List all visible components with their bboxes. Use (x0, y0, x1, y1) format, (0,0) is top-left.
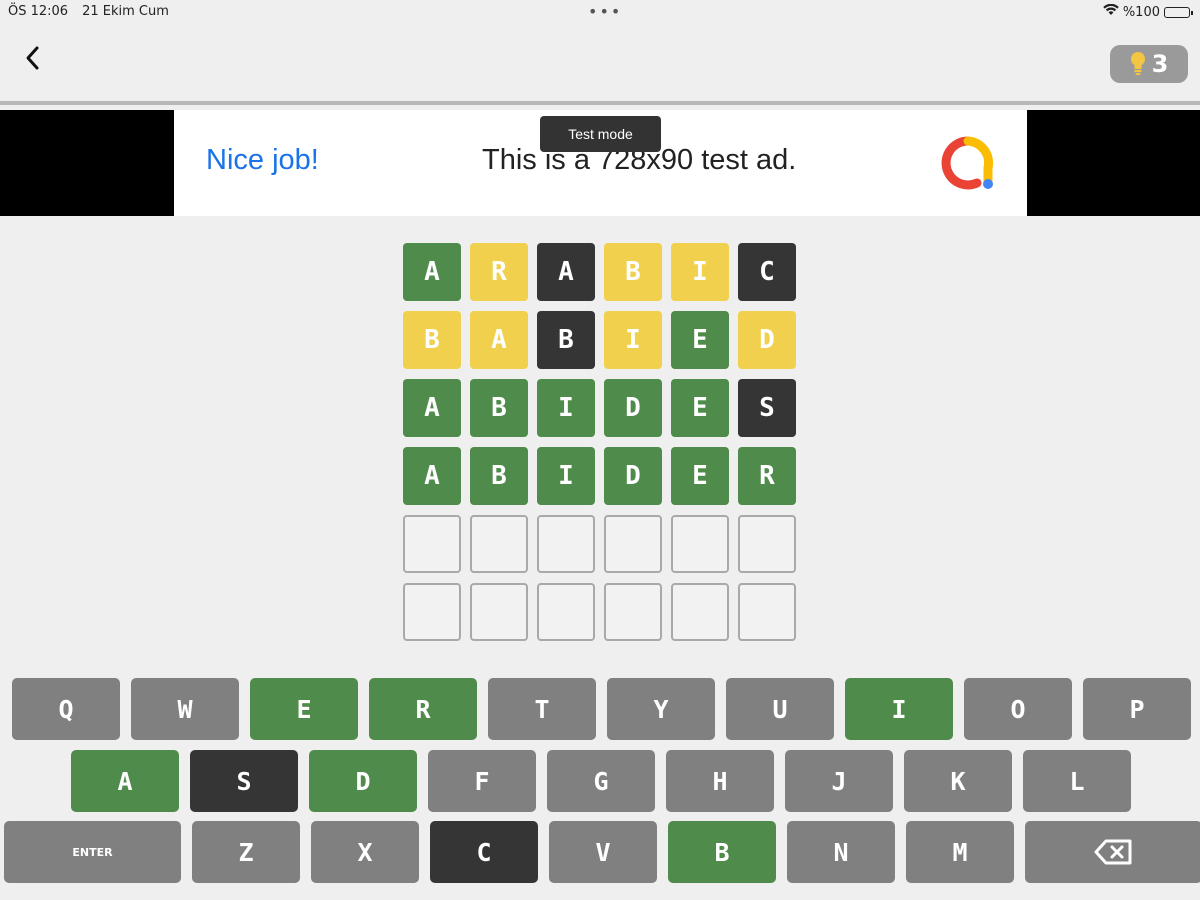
key-x[interactable]: X (311, 821, 419, 883)
board-tile: I (537, 379, 595, 437)
keyboard-row: ENTER Z X C V B N M (4, 821, 1200, 883)
key-d[interactable]: D (309, 750, 417, 812)
board-tile (604, 583, 662, 641)
ad-logo-icon (941, 136, 994, 190)
board-tile: D (604, 447, 662, 505)
status-right: %100 (1103, 3, 1193, 20)
board-row (403, 515, 796, 573)
board-tile (738, 583, 796, 641)
status-bar: ÖS 12:06 21 Ekim Cum ••• %100 (0, 0, 1200, 26)
key-v[interactable]: V (549, 821, 657, 883)
board-tile: A (403, 379, 461, 437)
battery-icon (1164, 6, 1193, 18)
key-p[interactable]: P (1083, 678, 1191, 740)
board-tile: D (604, 379, 662, 437)
key-c[interactable]: C (430, 821, 538, 883)
board-tile: E (671, 379, 729, 437)
key-t[interactable]: T (488, 678, 596, 740)
board-tile: R (470, 243, 528, 301)
key-e[interactable]: E (250, 678, 358, 740)
board-tile (403, 515, 461, 573)
board-tile (604, 515, 662, 573)
lightbulb-icon (1130, 52, 1145, 75)
status-time: ÖS 12:06 (8, 4, 69, 19)
ad-headline: Nice job! (206, 144, 319, 176)
header: 3 (0, 26, 1200, 100)
enter-key[interactable]: ENTER (4, 821, 181, 883)
key-r[interactable]: R (369, 678, 477, 740)
board-tile (403, 583, 461, 641)
key-o[interactable]: O (964, 678, 1072, 740)
key-y[interactable]: Y (607, 678, 715, 740)
back-button[interactable] (16, 40, 48, 76)
board-tile (671, 583, 729, 641)
board-tile: B (470, 447, 528, 505)
header-divider (0, 101, 1200, 105)
board-row (403, 583, 796, 641)
board-tile (671, 515, 729, 573)
board-tile: A (470, 311, 528, 369)
backspace-icon (1094, 839, 1131, 865)
key-m[interactable]: M (906, 821, 1014, 883)
key-s[interactable]: S (190, 750, 298, 812)
board-row: ABIDER (403, 447, 796, 505)
board-row: ARABIC (403, 243, 796, 301)
key-j[interactable]: J (785, 750, 893, 812)
board-tile: A (403, 243, 461, 301)
chevron-left-icon (26, 46, 39, 70)
status-date: 21 Ekim Cum (82, 4, 169, 19)
key-h[interactable]: H (666, 750, 774, 812)
key-q[interactable]: Q (12, 678, 120, 740)
key-f[interactable]: F (428, 750, 536, 812)
board-tile: R (738, 447, 796, 505)
hint-button[interactable]: 3 (1110, 45, 1188, 83)
game-board: ARABICBABIEDABIDESABIDER (403, 243, 796, 651)
key-k[interactable]: K (904, 750, 1012, 812)
battery-percent: %100 (1122, 4, 1160, 20)
status-left: ÖS 12:06 21 Ekim Cum (8, 4, 183, 19)
board-tile: B (403, 311, 461, 369)
board-tile: B (604, 243, 662, 301)
key-a[interactable]: A (71, 750, 179, 812)
backspace-key[interactable] (1025, 821, 1200, 883)
key-g[interactable]: G (547, 750, 655, 812)
key-l[interactable]: L (1023, 750, 1131, 812)
key-i[interactable]: I (845, 678, 953, 740)
board-tile (470, 583, 528, 641)
board-tile: I (537, 447, 595, 505)
board-tile: E (671, 447, 729, 505)
multitasking-dots[interactable]: ••• (588, 2, 622, 21)
key-z[interactable]: Z (192, 821, 300, 883)
board-tile (738, 515, 796, 573)
board-tile (470, 515, 528, 573)
board-tile: A (403, 447, 461, 505)
board-tile: B (537, 311, 595, 369)
board-row: ABIDES (403, 379, 796, 437)
keyboard-row: ASDFGHJKL (71, 750, 1131, 812)
key-u[interactable]: U (726, 678, 834, 740)
board-tile (537, 515, 595, 573)
key-b[interactable]: B (668, 821, 776, 883)
board-tile: I (671, 243, 729, 301)
board-tile: A (537, 243, 595, 301)
board-tile: B (470, 379, 528, 437)
board-row: BABIED (403, 311, 796, 369)
board-tile: E (671, 311, 729, 369)
board-tile (537, 583, 595, 641)
keyboard-row: QWERTYUIOP (12, 678, 1191, 740)
board-tile: S (738, 379, 796, 437)
board-tile: D (738, 311, 796, 369)
board-tile: I (604, 311, 662, 369)
wifi-icon (1103, 3, 1119, 20)
test-mode-badge: Test mode (540, 116, 661, 152)
key-n[interactable]: N (787, 821, 895, 883)
hint-count: 3 (1151, 50, 1169, 78)
key-w[interactable]: W (131, 678, 239, 740)
board-tile: C (738, 243, 796, 301)
